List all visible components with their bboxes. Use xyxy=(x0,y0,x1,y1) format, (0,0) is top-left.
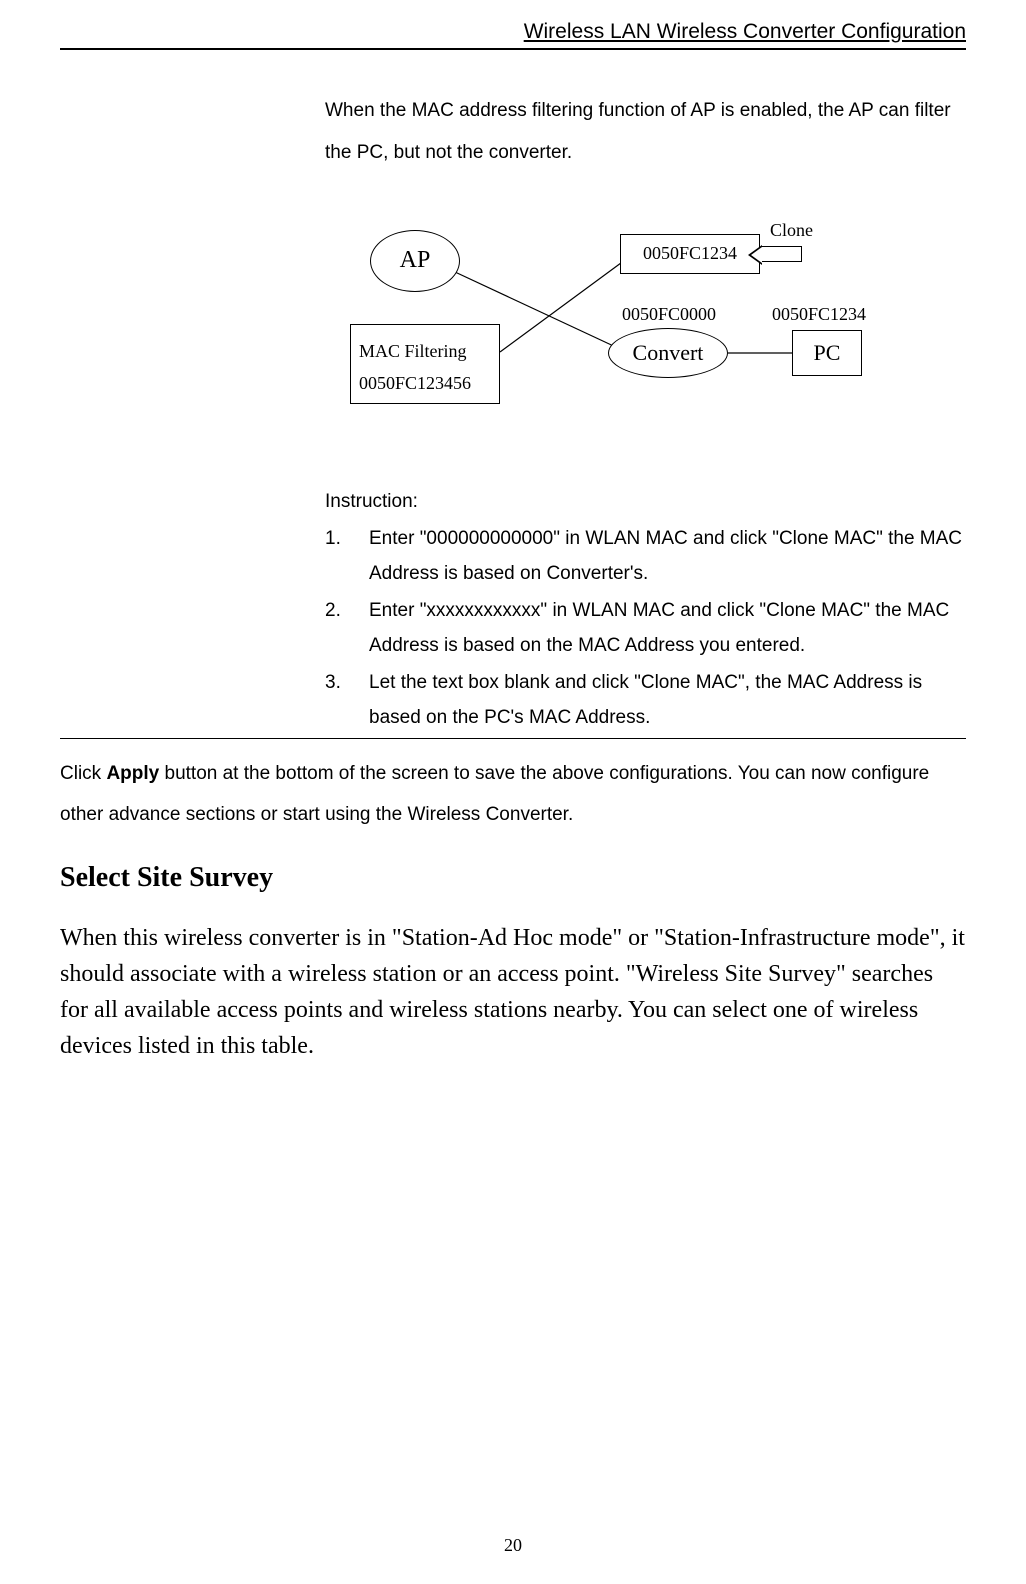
clone-arrow-icon xyxy=(762,246,802,262)
instruction-item: 1. Enter "000000000000" in WLAN MAC and c… xyxy=(325,521,966,591)
apply-paragraph: Click Apply button at the bottom of the … xyxy=(60,753,966,837)
instruction-item: 2. Enter "xxxxxxxxxxxx" in WLAN MAC and c… xyxy=(325,593,966,663)
instruction-text: Enter "xxxxxxxxxxxx" in WLAN MAC and cli… xyxy=(369,600,949,656)
list-number: 2. xyxy=(325,593,341,628)
apply-bold: Apply xyxy=(106,763,159,784)
mac-filtering-label: MAC Filtering xyxy=(359,335,491,367)
list-number: 1. xyxy=(325,521,341,556)
intro-paragraph: When the MAC address filtering function … xyxy=(325,90,966,174)
list-number: 3. xyxy=(325,665,341,700)
pc-node: PC xyxy=(792,330,862,376)
page-header-title: Wireless LAN Wireless Converter Configur… xyxy=(60,20,966,44)
instruction-text: Enter "000000000000" in WLAN MAC and cli… xyxy=(369,528,962,584)
mac-filtering-value: 0050FC123456 xyxy=(359,367,491,399)
apply-suffix: button at the bottom of the screen to sa… xyxy=(60,763,929,826)
converter-node: Convert xyxy=(608,328,728,378)
instruction-item: 3. Let the text box blank and click "Clon… xyxy=(325,665,966,735)
ap-node: AP xyxy=(370,230,460,292)
section-heading: Select Site Survey xyxy=(60,862,966,894)
mac-clone-diagram: AP MAC Filtering 0050FC123456 0050FC1234… xyxy=(350,224,950,454)
mac-filtering-box: MAC Filtering 0050FC123456 xyxy=(350,324,500,404)
instruction-block: Instruction: 1. Enter "000000000000" in W… xyxy=(325,484,966,736)
instruction-text: Let the text box blank and click "Clone … xyxy=(369,672,922,728)
instruction-title: Instruction: xyxy=(325,484,966,519)
clone-value-box: 0050FC1234 xyxy=(620,234,760,274)
page-number: 20 xyxy=(0,1535,1026,1556)
apply-prefix: Click xyxy=(60,763,106,784)
instruction-list: 1. Enter "000000000000" in WLAN MAC and c… xyxy=(325,521,966,736)
header-divider xyxy=(60,48,966,50)
survey-paragraph: When this wireless converter is in "Stat… xyxy=(60,920,966,1064)
section-divider xyxy=(60,738,966,739)
